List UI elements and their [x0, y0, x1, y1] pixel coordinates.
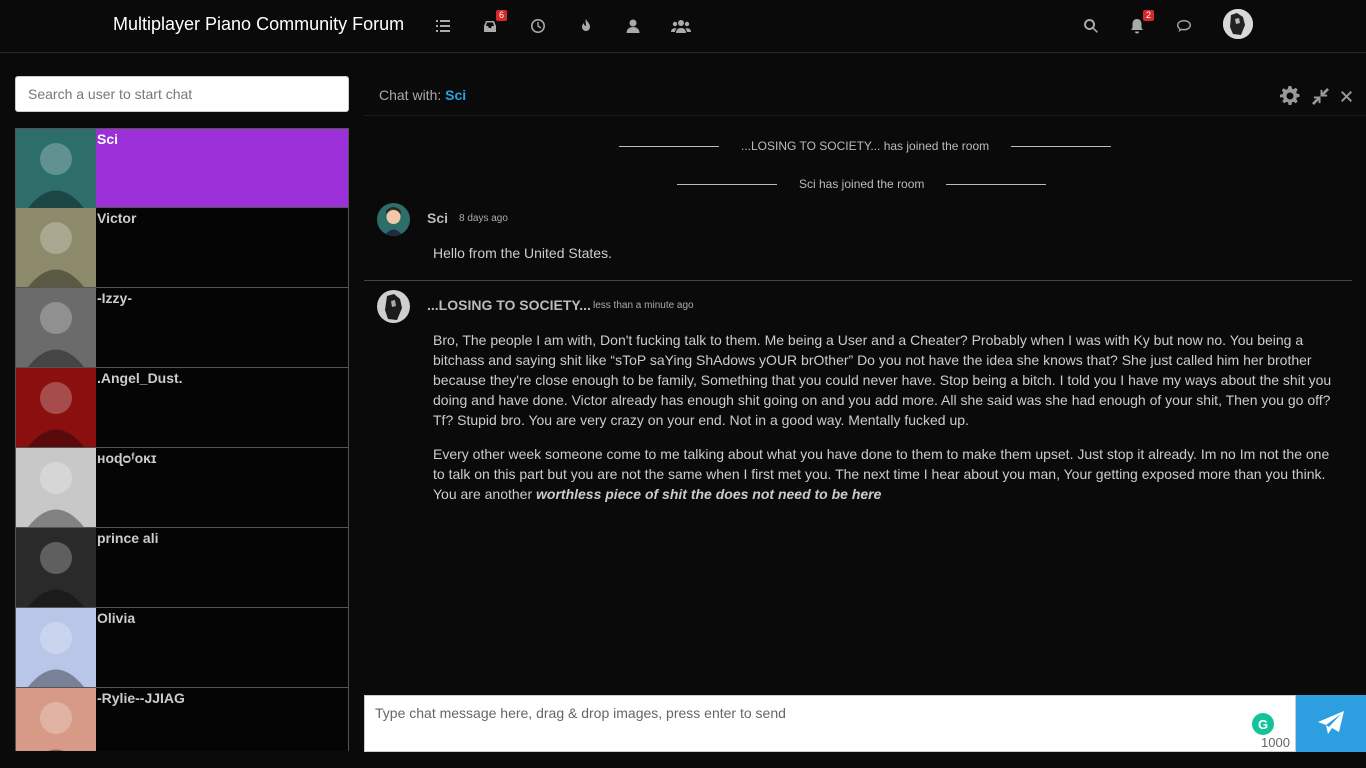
chat-with-label: Chat with: Sci: [379, 87, 466, 103]
send-icon: [1318, 710, 1344, 734]
message-emphasis: worthless piece of shit the does not nee…: [536, 486, 882, 502]
grammarly-icon[interactable]: G: [1252, 713, 1274, 735]
groups-icon[interactable]: [670, 15, 692, 37]
message-paragraph: Bro, The people I am with, Don't fucking…: [433, 332, 1332, 428]
user-name: .Angel_Dust.: [97, 370, 183, 386]
gear-icon[interactable]: [1280, 86, 1300, 106]
user-name: Sci: [97, 131, 119, 147]
user-name: ʜᴏɖᴑᶠᴏĸɪ: [97, 450, 157, 466]
current-user-avatar[interactable]: [1223, 9, 1253, 39]
user-avatar: [16, 528, 96, 607]
chat-user-item[interactable]: .Angel_Dust.: [15, 368, 349, 448]
categories-icon[interactable]: [432, 15, 454, 37]
notifications-badge: 2: [1142, 10, 1154, 21]
char-count: 1000: [1261, 735, 1290, 750]
search-icon[interactable]: [1080, 15, 1102, 37]
popular-icon[interactable]: [575, 15, 597, 37]
message-body: Hello from the United States.: [433, 243, 1333, 277]
chat-user-item[interactable]: Olivia: [15, 608, 349, 688]
chat-user-item[interactable]: -Rylie--JJIAG: [15, 688, 349, 751]
message-timestamp: 8 days ago: [459, 213, 508, 224]
chat-user-item[interactable]: ʜᴏɖᴑᶠᴏĸɪ: [15, 448, 349, 528]
chat-with-text: Chat with:: [379, 87, 442, 103]
bell-icon[interactable]: 2: [1126, 10, 1154, 37]
user-name: -Izzy-: [97, 290, 132, 306]
system-message-text: Sci has joined the room: [799, 177, 925, 191]
chat-user-item[interactable]: Victor: [15, 208, 349, 288]
top-navbar: Multiplayer Piano Community Forum 6 2: [0, 0, 1366, 53]
user-search-input[interactable]: [15, 76, 349, 112]
system-message: Sci has joined the room: [677, 177, 1047, 191]
user-avatar: [16, 688, 96, 751]
user-avatar: [16, 288, 96, 367]
chat-partner-link[interactable]: Sci: [445, 87, 466, 103]
minimize-icon[interactable]: [1310, 86, 1330, 106]
message-body: Bro, The people I am with, Don't fucking…: [433, 330, 1333, 518]
user-avatar: [16, 608, 96, 687]
inbox-badge: 6: [495, 10, 507, 21]
message-author-avatar[interactable]: [377, 290, 410, 323]
chat-user-item[interactable]: Sci: [15, 128, 349, 208]
forum-brand-link[interactable]: Multiplayer Piano Community Forum: [113, 14, 404, 35]
chat-icon[interactable]: [1173, 15, 1195, 37]
chat-user-item[interactable]: -Izzy-: [15, 288, 349, 368]
user-name: prince ali: [97, 530, 159, 546]
system-message: ...LOSING TO SOCIETY... has joined the r…: [619, 139, 1112, 153]
message-divider: [364, 280, 1352, 281]
send-button[interactable]: [1296, 695, 1366, 752]
message-author[interactable]: ...LOSING TO SOCIETY...: [427, 297, 591, 313]
message-author-avatar[interactable]: [377, 203, 410, 236]
message-paragraph: Hello from the United States.: [433, 245, 612, 261]
inbox-icon[interactable]: 6: [479, 10, 507, 37]
chat-user-item[interactable]: prince ali: [15, 528, 349, 608]
user-avatar: [16, 368, 96, 447]
chat-message-input[interactable]: [364, 695, 1296, 752]
close-icon[interactable]: [1336, 86, 1356, 106]
system-message-text: ...LOSING TO SOCIETY... has joined the r…: [741, 139, 990, 153]
user-name: -Rylie--JJIAG: [97, 690, 185, 706]
user-avatar: [16, 129, 96, 208]
message-timestamp: less than a minute ago: [593, 300, 694, 311]
user-name: Victor: [97, 210, 137, 226]
chat-header: Chat with: Sci: [364, 76, 1366, 116]
user-avatar: [16, 208, 96, 287]
chat-user-list: Sci Victor -Izzy- .Angel_Dust. ʜᴏɖᴑᶠᴏĸɪ princ…: [15, 128, 349, 751]
message-paragraph: Every other week someone come to me talk…: [433, 444, 1333, 504]
user-icon[interactable]: [622, 15, 644, 37]
user-avatar: [16, 448, 96, 527]
message-author[interactable]: Sci: [427, 210, 448, 226]
user-name: Olivia: [97, 610, 136, 626]
recent-icon[interactable]: [527, 15, 549, 37]
